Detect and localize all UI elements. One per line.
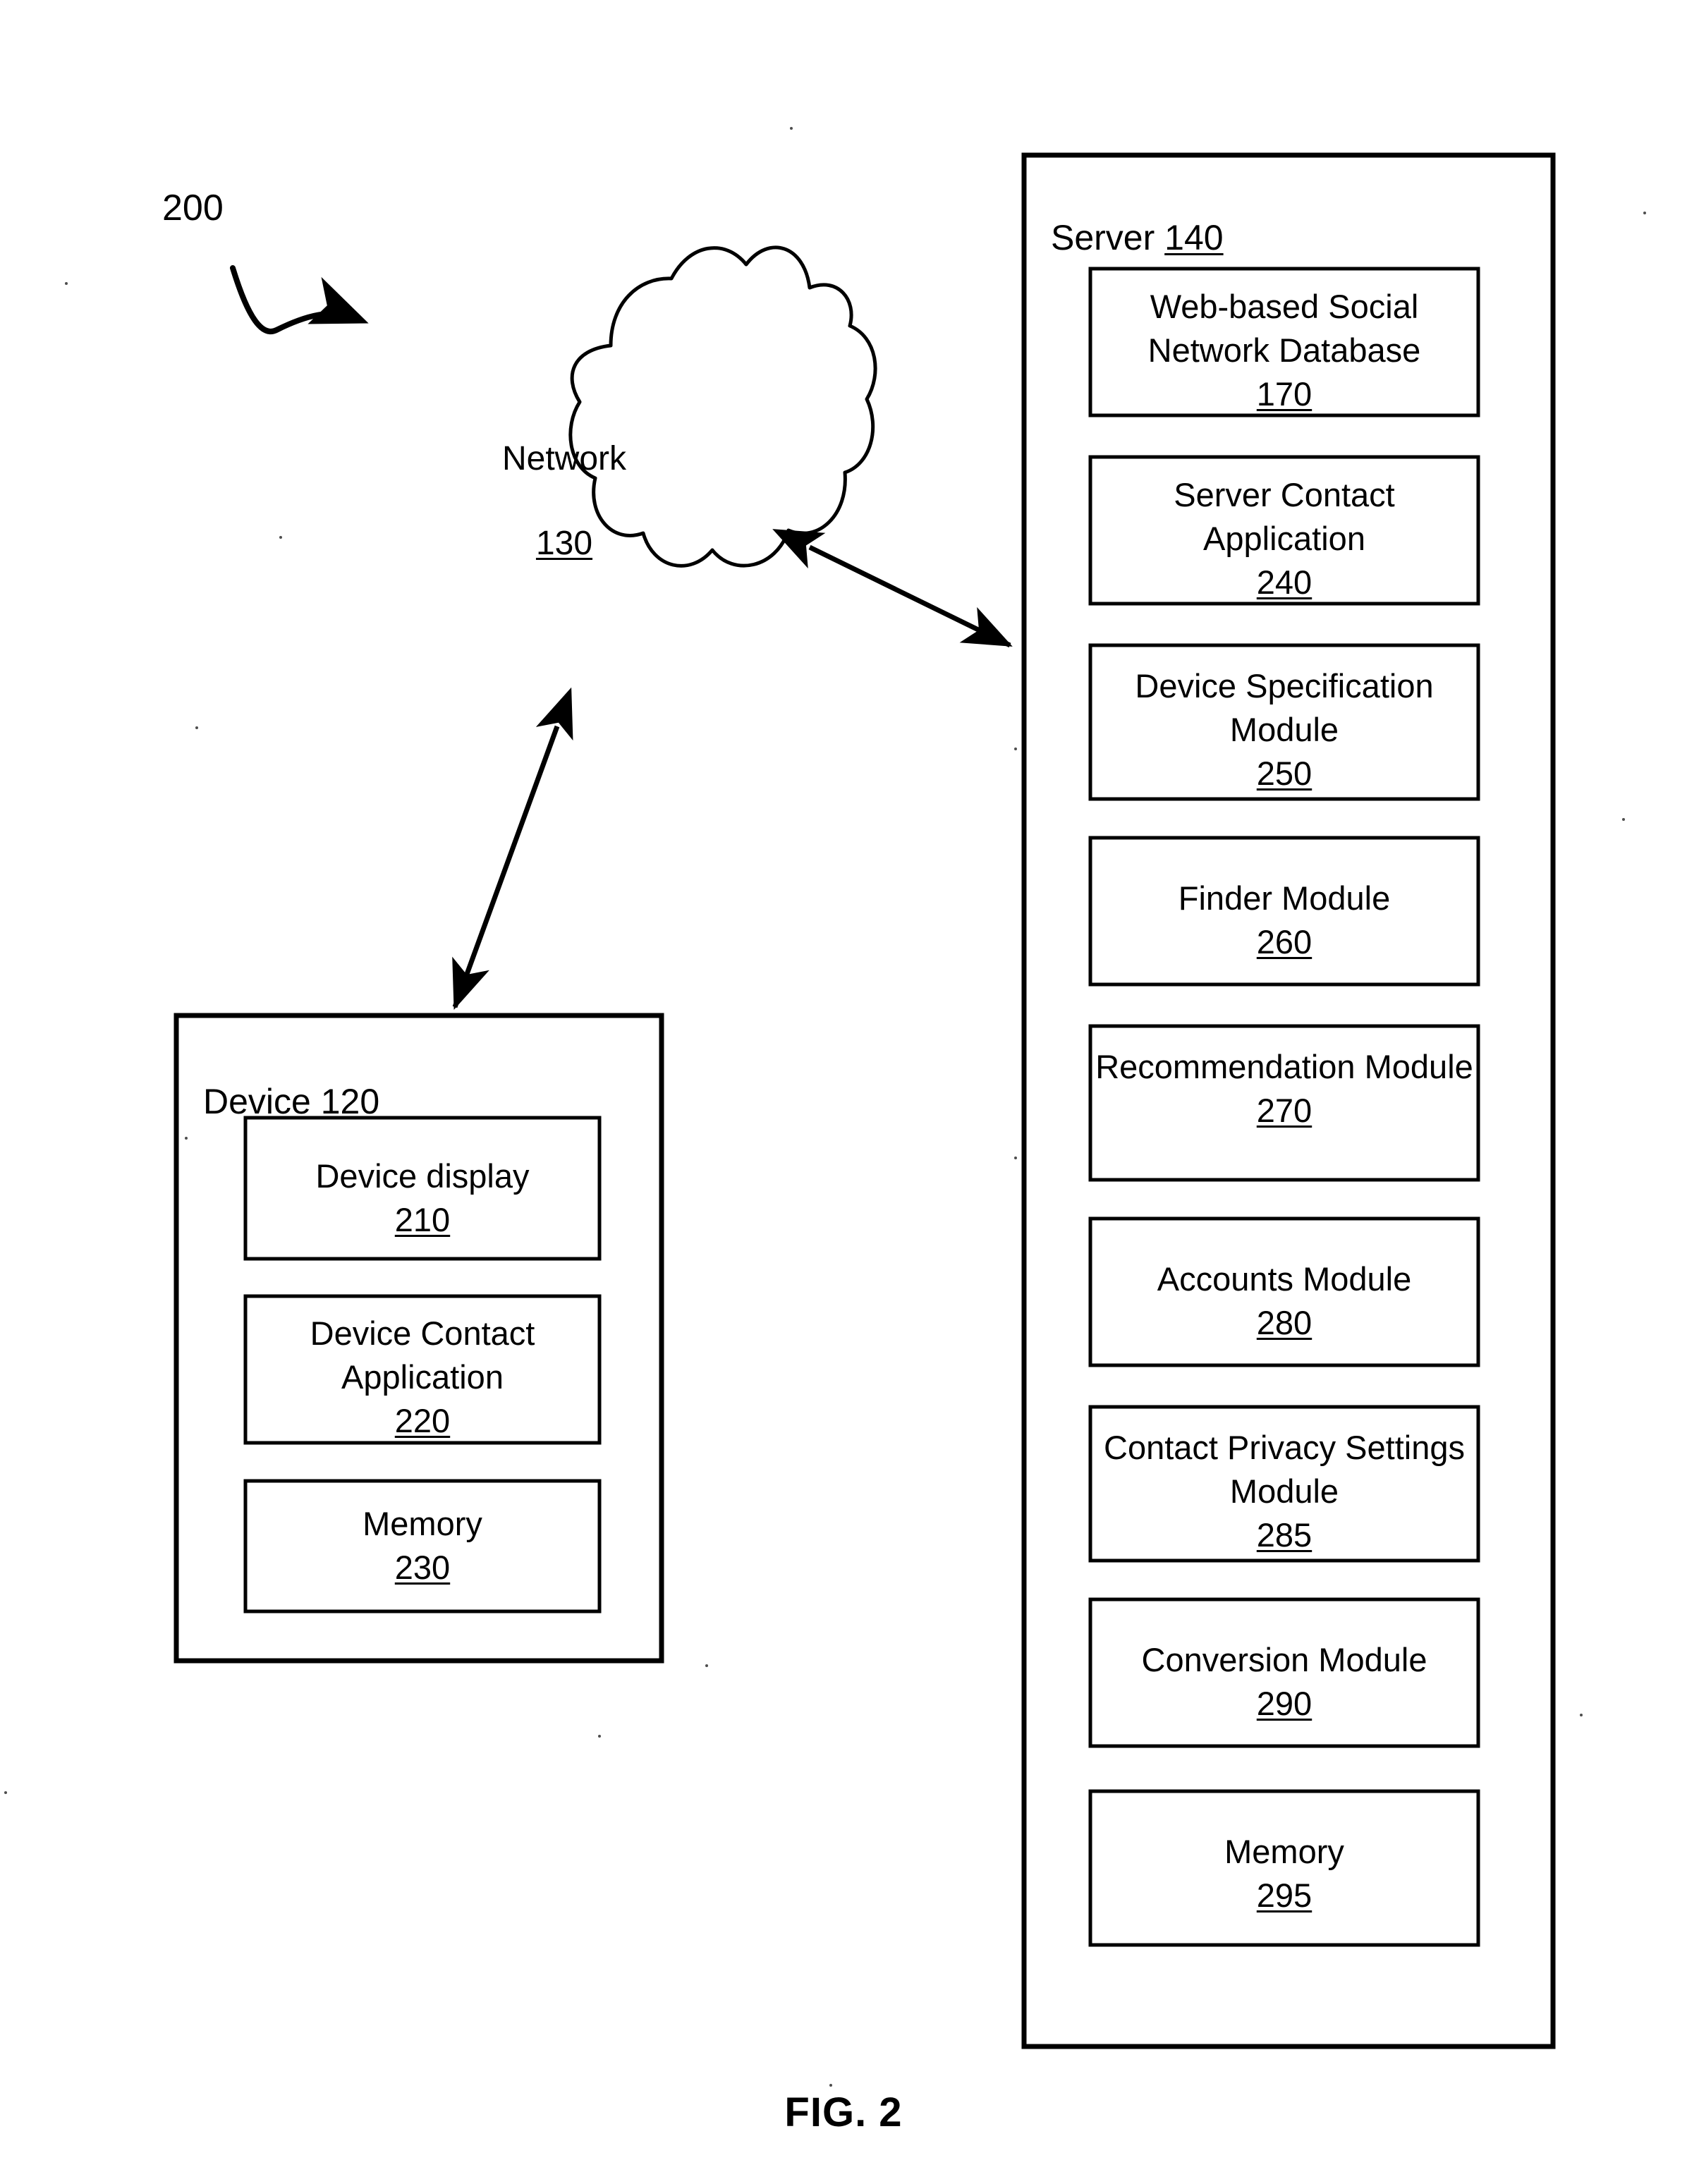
system-reference-label: 200 — [162, 188, 224, 228]
server-module-290-name: Conversion Module — [1141, 1641, 1427, 1678]
network-label: Network — [501, 440, 627, 477]
network-to-server-arrow — [772, 529, 1013, 648]
server-module-250-ref: 250 — [1256, 755, 1313, 793]
server-module-280-ref: 280 — [1256, 1304, 1313, 1342]
server-module-270-ref: 270 — [1256, 1092, 1313, 1130]
scan-speck — [185, 1137, 188, 1140]
server-module-240-name: Server Contact Application — [1174, 476, 1395, 558]
device-title-ref: 120 — [320, 1082, 380, 1121]
scan-speck — [279, 536, 282, 539]
network-to-device-arrow — [452, 687, 573, 1010]
scan-speck — [790, 127, 793, 130]
device-module-230-name: Memory — [363, 1505, 482, 1542]
server-module-170-ref: 170 — [1256, 375, 1313, 413]
device-module-220-name: Device Contact Application — [310, 1314, 535, 1396]
server-module-290-ref: 290 — [1256, 1685, 1313, 1723]
server-title-ref: 140 — [1164, 218, 1224, 257]
server-module-285-ref: 285 — [1256, 1516, 1313, 1554]
server-module-295-name: Memory — [1224, 1833, 1344, 1870]
server-module-280: Accounts Module 280 — [1090, 1257, 1478, 1345]
scan-speck — [4, 1791, 7, 1794]
server-module-290: Conversion Module 290 — [1090, 1638, 1478, 1726]
device-module-210-name: Device display — [315, 1157, 530, 1195]
scan-speck — [1580, 1714, 1583, 1716]
scan-speck — [65, 282, 68, 285]
device-module-220: Device Contact Application 220 — [245, 1312, 599, 1443]
server-module-250-name: Device Specification Module — [1135, 667, 1434, 749]
server-module-240: Server Contact Application 240 — [1090, 473, 1478, 604]
device-module-210: Device display 210 — [245, 1154, 599, 1242]
server-module-280-name: Accounts Module — [1157, 1260, 1412, 1298]
network-cloud-shape — [568, 245, 877, 568]
device-module-220-ref: 220 — [394, 1402, 451, 1440]
server-title-label: Server — [1051, 218, 1155, 257]
scan-speck — [1014, 748, 1017, 750]
device-title-label: Device — [203, 1082, 311, 1121]
server-module-260: Finder Module 260 — [1090, 877, 1478, 964]
scan-speck — [598, 1735, 601, 1738]
server-module-270-name: Recommendation Module — [1095, 1048, 1473, 1085]
server-module-250: Device Specification Module 250 — [1090, 664, 1478, 795]
scan-speck — [829, 2084, 832, 2087]
device-module-210-ref: 210 — [394, 1201, 451, 1239]
server-module-260-ref: 260 — [1256, 923, 1313, 961]
device-module-230: Memory 230 — [245, 1502, 599, 1590]
scan-speck — [195, 726, 198, 729]
scan-speck — [1622, 818, 1625, 821]
figure-caption: FIG. 2 — [784, 2090, 903, 2135]
server-module-285: Contact Privacy Settings Module 285 — [1090, 1426, 1478, 1557]
server-title: Server 140 — [1051, 169, 1224, 261]
device-title: Device 120 — [203, 1033, 379, 1125]
server-module-295: Memory 295 — [1090, 1830, 1478, 1917]
scan-speck — [1643, 212, 1646, 214]
server-module-170-name: Web-based Social Network Database — [1147, 288, 1421, 370]
system-pointer-arrow — [230, 265, 369, 334]
network-ref-number: 130 — [535, 525, 593, 562]
scan-speck — [1014, 1157, 1017, 1159]
patent-figure-2: 200 Network 130 Server 140 Device 120 We… — [0, 0, 1687, 2184]
server-module-295-ref: 295 — [1256, 1877, 1313, 1915]
server-module-170: Web-based Social Network Database 170 — [1090, 285, 1478, 416]
server-module-240-ref: 240 — [1256, 563, 1313, 602]
scan-speck — [705, 1664, 708, 1667]
server-module-270: Recommendation Module 270 — [1090, 1045, 1478, 1133]
server-module-285-name: Contact Privacy Settings Module — [1104, 1429, 1465, 1511]
device-module-230-ref: 230 — [394, 1549, 451, 1587]
server-module-260-name: Finder Module — [1178, 879, 1391, 917]
